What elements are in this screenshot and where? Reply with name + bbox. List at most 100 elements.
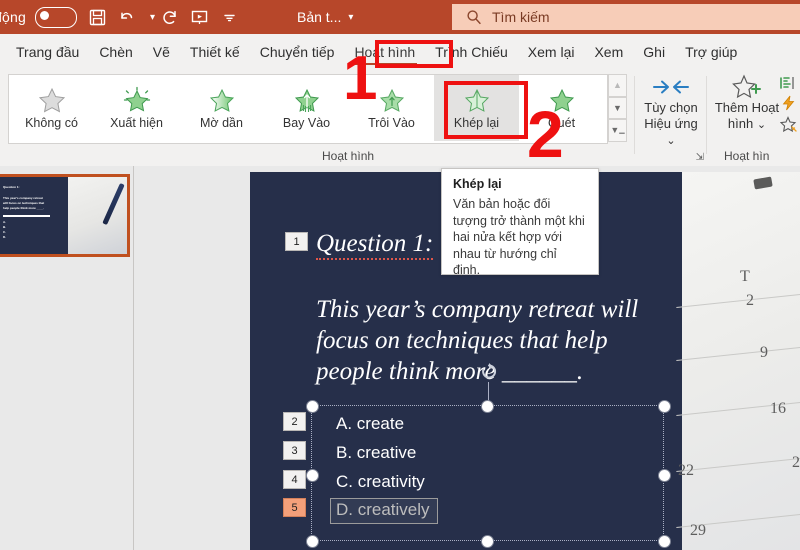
search-placeholder: Tìm kiếm	[492, 9, 550, 25]
animation-tools-icons	[778, 76, 800, 132]
star-float-in-icon	[379, 88, 404, 112]
calendar-number: 2	[746, 292, 754, 309]
slide-thumbnail-pane[interactable]: Question 1: This year's company retreat w…	[0, 166, 133, 550]
tab-xem-lai[interactable]: Xem lại	[518, 35, 585, 69]
calendar-number: 29	[690, 522, 706, 539]
search-box[interactable]: Tìm kiếm	[452, 4, 800, 30]
add-animation-icon	[732, 74, 761, 99]
star-fly-in-icon	[294, 88, 319, 112]
calendar-number: 9	[760, 344, 768, 361]
pane-divider[interactable]	[133, 166, 134, 550]
animation-badge-3[interactable]: 3	[283, 441, 306, 460]
add-animation-label-2: hình ⌄	[727, 116, 767, 131]
powerpoint-window: động ▾ Bản t... ▾ Tìm kiếm Trang	[0, 0, 800, 550]
star-fade-icon	[209, 88, 234, 112]
gallery-item-label: Mờ dần	[200, 116, 243, 130]
tab-tro-giup[interactable]: Trợ giúp	[675, 35, 747, 69]
resize-handle-bl[interactable]	[305, 534, 319, 548]
group-separator	[634, 76, 635, 154]
chevron-down-icon[interactable]: ⌄	[666, 135, 675, 147]
animation-badge-2[interactable]: 2	[283, 412, 306, 431]
tab-chuyen-tiep[interactable]: Chuyển tiếp	[250, 35, 345, 69]
tab-thiet-ke[interactable]: Thiết kế	[180, 35, 250, 69]
thumbnail-slide-left: Question 1: This year's company retreat w…	[0, 177, 69, 254]
option-a[interactable]: A. create	[336, 414, 404, 434]
trigger-icon	[782, 95, 795, 111]
add-animation-button[interactable]: Thêm Hoạt hình ⌄	[712, 74, 782, 133]
option-d[interactable]: D. creatively	[330, 498, 438, 524]
tab-chen[interactable]: Chèn	[89, 35, 142, 69]
resize-handle-bc[interactable]	[481, 534, 494, 548]
calendar-number: 22	[678, 462, 694, 479]
gallery-item-bay-vao[interactable]: Bay Vào	[264, 75, 349, 141]
gallery-item-mo-dan[interactable]: Mờ dần	[179, 75, 264, 141]
animation-badge-1[interactable]: 1	[285, 232, 308, 251]
dialog-launcher-icon[interactable]: ⇲	[696, 152, 704, 163]
thumbnail-divider	[3, 215, 51, 217]
gallery-item-label: Không có	[25, 116, 78, 130]
toggle-knob	[39, 11, 49, 21]
option-c[interactable]: C. creativity	[336, 472, 425, 492]
effect-options-label-2: Hiệu ứng ⌄	[644, 116, 698, 147]
file-dropdown-caret[interactable]: ▾	[348, 12, 353, 23]
animation-badge-4[interactable]: 4	[283, 470, 306, 489]
annotation-box-2	[444, 81, 528, 139]
calendar-number: 23	[792, 454, 800, 471]
add-animation-label-1: Thêm Hoạt	[714, 100, 780, 115]
star-none-icon	[38, 87, 65, 113]
tab-xem[interactable]: Xem	[584, 35, 633, 69]
scroll-down-icon[interactable]: ▼	[608, 96, 627, 120]
gallery-item-label: Bay Vào	[282, 116, 331, 130]
file-name[interactable]: Bản t...	[297, 9, 341, 25]
autosave-toggle[interactable]	[34, 6, 77, 28]
annotation-number-2: 2	[527, 97, 564, 171]
tooltip-title: Khép lại	[453, 177, 502, 191]
calendar-number: 16	[770, 400, 786, 417]
rotation-handle[interactable]	[479, 362, 499, 382]
annotation-number-1: 1	[343, 44, 378, 113]
more-icon[interactable]: ▼ ▁	[608, 119, 627, 143]
animation-tooltip: Khép lại Văn bản hoặc đối tượng trở thàn…	[441, 168, 599, 277]
tooltip-body: Văn bản hoặc đối tượng trở thành một khi…	[453, 197, 585, 277]
search-icon	[466, 9, 482, 25]
pen-icon	[753, 176, 773, 190]
gallery-item-khong-co[interactable]: Không có	[9, 75, 94, 141]
group-label-animation: Hoạt hình	[322, 149, 375, 163]
tab-ghi[interactable]: Ghi	[633, 35, 675, 69]
effect-options-button[interactable]: Tùy chọn Hiệu ứng ⌄	[640, 74, 702, 149]
annotation-box-1	[375, 40, 453, 68]
save-icon[interactable]	[83, 2, 113, 32]
scroll-up-icon[interactable]: ▲	[608, 74, 627, 97]
animation-painter-icon	[780, 116, 797, 132]
redo-icon[interactable]	[155, 2, 185, 32]
animation-badge-5[interactable]: 5	[283, 498, 306, 517]
option-b[interactable]: B. creative	[336, 443, 416, 463]
slide-photo-calendar: T 2 9 16 23 22 29	[676, 172, 800, 550]
resize-handle-mr[interactable]	[657, 469, 671, 482]
star-appear-icon	[123, 86, 150, 112]
effect-options-icon	[653, 80, 689, 94]
start-slideshow-icon[interactable]	[185, 2, 215, 32]
ribbon: Không có Xuất hiện Mờ dần Bay Vào Trôi V…	[0, 70, 800, 167]
group-label-advanced-animation: Hoạt hìn	[724, 149, 770, 163]
resize-handle-tl[interactable]	[305, 399, 319, 413]
chevron-down-icon[interactable]: ⌄	[757, 119, 766, 131]
calendar-letter: T	[740, 268, 750, 285]
gallery-item-xuat-hien[interactable]: Xuất hiện	[94, 75, 179, 141]
customize-quick-access-icon[interactable]	[215, 2, 245, 32]
resize-handle-br[interactable]	[657, 534, 671, 548]
resize-handle-ml[interactable]	[305, 469, 319, 482]
resize-handle-tr[interactable]	[657, 399, 671, 413]
autosave-label: động	[0, 9, 26, 25]
thumbnail-pen	[102, 182, 126, 225]
effect-options-label-1: Tùy chọn	[644, 100, 698, 115]
title-bar: động ▾ Bản t... ▾ Tìm kiếm	[0, 0, 800, 34]
tab-trang-dau[interactable]: Trang đầu	[6, 35, 89, 69]
resize-handle-tc[interactable]	[481, 399, 494, 413]
tab-ve[interactable]: Vẽ	[143, 35, 180, 69]
thumbnail-photo	[68, 177, 127, 254]
slide-title[interactable]: Question 1:	[316, 230, 434, 260]
slide-thumbnail-1[interactable]: Question 1: This year's company retreat w…	[0, 174, 130, 257]
gallery-item-label: Xuất hiện	[110, 116, 163, 130]
undo-icon[interactable]	[113, 2, 143, 32]
